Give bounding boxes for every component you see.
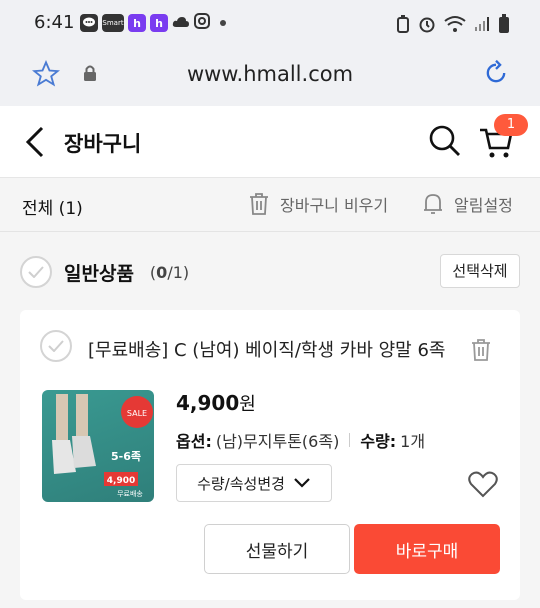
- gift-button[interactable]: 선물하기: [204, 524, 350, 574]
- thumb-price-text: 4,900: [107, 476, 135, 486]
- section-title: 일반상품: [64, 262, 134, 285]
- check-icon: [28, 266, 44, 278]
- trash-icon: [250, 193, 268, 215]
- delete-item-trash-icon[interactable]: [470, 338, 492, 366]
- notification-icons: Smart h h: [80, 13, 226, 33]
- page-title: 장바구니: [64, 132, 142, 156]
- product-price: 4,900원: [176, 390, 256, 416]
- battery-saver-icon: [397, 15, 409, 33]
- product-name[interactable]: [무료배송] C (남여) 베이직/학생 카바 양말 6족: [88, 336, 458, 362]
- search-icon[interactable]: [428, 124, 462, 162]
- back-arrow-icon[interactable]: [22, 126, 48, 162]
- all-items-label[interactable]: 전체 (1): [22, 194, 83, 219]
- chat-icon: [80, 14, 98, 32]
- price-value: 4,900: [176, 391, 240, 415]
- divider: [349, 433, 351, 447]
- thumb-count-text: 5-6족: [111, 450, 141, 463]
- product-options: 옵션: (남)무지투톤(6족) 수량: 1개: [176, 428, 425, 452]
- buy-now-button[interactable]: 바로구매: [354, 524, 500, 574]
- h-app-icon: h: [128, 14, 146, 32]
- price-unit: 원: [239, 394, 256, 415]
- chevron-down-icon: [294, 478, 310, 488]
- system-icons: [396, 14, 510, 34]
- cart-item-card: [무료배송] C (남여) 베이직/학생 카바 양말 6족 SALE 5-6족 …: [20, 310, 520, 600]
- notification-settings-button[interactable]: 알림설정: [422, 192, 513, 216]
- reload-icon[interactable]: [482, 59, 510, 91]
- signal-icon: [475, 17, 489, 31]
- wishlist-heart-icon[interactable]: [468, 470, 498, 502]
- notification-settings-label: 알림설정: [454, 196, 513, 215]
- check-icon: [48, 340, 64, 352]
- more-notifications-dot: [220, 20, 226, 26]
- smart-icon: Smart: [102, 14, 124, 32]
- thumb-sale-text: SALE: [127, 409, 147, 418]
- product-thumbnail[interactable]: SALE 5-6족 4,900 무료배송: [42, 390, 154, 502]
- status-time: 6:41: [34, 12, 75, 33]
- section-header: 일반상품 (0/1): [20, 256, 189, 288]
- thumb-free-text: 무료배송: [117, 489, 143, 498]
- battery-icon: [499, 14, 509, 33]
- item-checkbox[interactable]: [40, 330, 72, 362]
- selected-count: 0: [156, 262, 168, 282]
- general-products-section: 일반상품 (0/1) 선택삭제 [무료배송] C (남여) 베이직/학생 카바 …: [0, 232, 540, 608]
- delete-selected-button[interactable]: 선택삭제: [440, 254, 520, 288]
- quantity-label: 수량:: [360, 432, 397, 451]
- change-options-label: 수량/속성변경: [197, 474, 285, 493]
- wifi-icon: [444, 16, 466, 32]
- clear-cart-label: 장바구니 비우기: [280, 196, 389, 215]
- instagram-icon: [194, 13, 210, 33]
- alarm-icon: [419, 17, 435, 33]
- section-count: (0/1): [149, 262, 190, 282]
- bell-icon: [424, 194, 442, 214]
- url-text[interactable]: www.hmall.com: [0, 62, 540, 86]
- change-options-button[interactable]: 수량/속성변경: [176, 464, 332, 502]
- quantity-value: 1개: [400, 432, 426, 451]
- status-bar: 6:41 Smart h h: [0, 0, 540, 46]
- cart-count-badge: 1: [494, 114, 528, 136]
- option-value: (남)무지투톤(6족): [215, 432, 340, 451]
- h-app-icon: h: [150, 14, 168, 32]
- select-all-checkbox[interactable]: [20, 256, 52, 288]
- option-label: 옵션:: [176, 432, 212, 451]
- cloud-icon: [172, 14, 190, 33]
- cart-toolbar: 전체 (1) 장바구니 비우기 알림설정: [0, 178, 540, 232]
- page-header: 장바구니 1: [0, 106, 540, 178]
- clear-cart-button[interactable]: 장바구니 비우기: [248, 192, 388, 216]
- browser-url-bar: www.hmall.com: [0, 46, 540, 106]
